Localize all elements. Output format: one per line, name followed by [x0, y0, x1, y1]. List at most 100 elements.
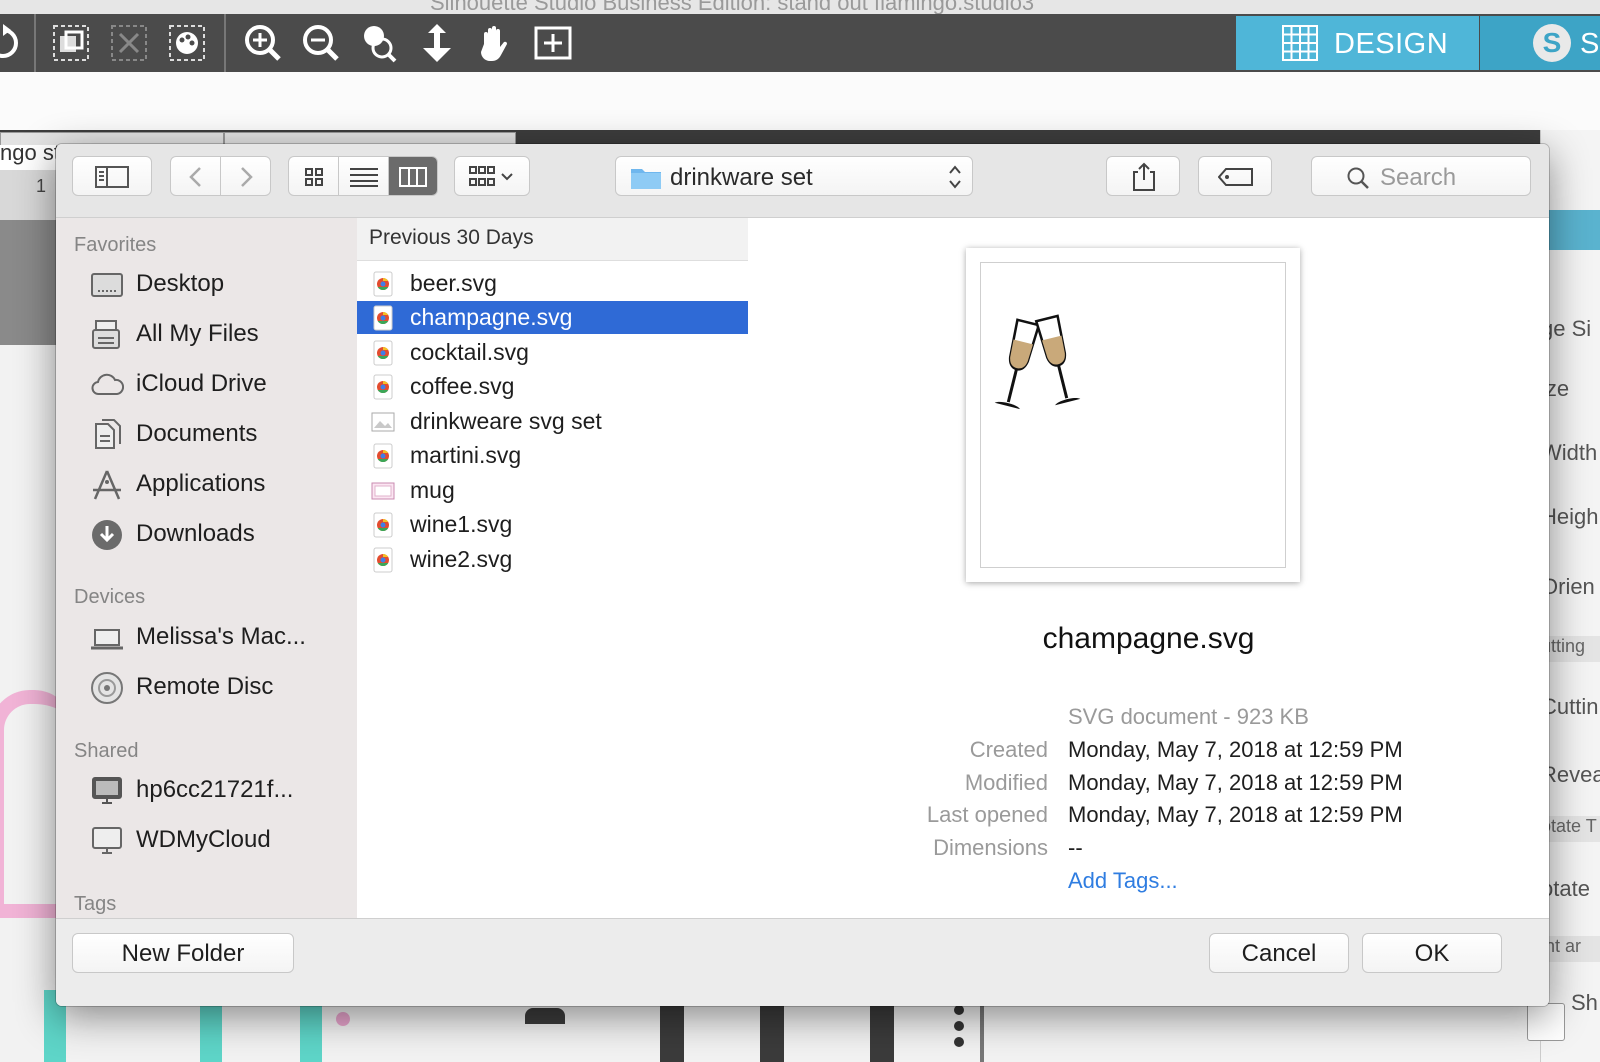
tag-icon [1218, 168, 1253, 186]
file-row[interactable]: cocktail.svg [357, 336, 748, 369]
file-name: beer.svg [410, 270, 497, 296]
preview-thumbnail [966, 248, 1300, 582]
canvas-letter-shape [200, 1000, 222, 1062]
file-preview-pane: champagne.svg SVG document - 923 KB Crea… [748, 218, 1549, 918]
panel-cutting-mat-label: Cuttin [1541, 694, 1599, 719]
file-row-selected[interactable]: champagne.svg [357, 301, 748, 334]
search-icon [1347, 167, 1369, 189]
panel-reveal-label: Revea [1541, 762, 1600, 787]
zoom-out-icon[interactable] [300, 22, 342, 64]
ok-button[interactable]: OK [1362, 933, 1502, 973]
file-row[interactable]: beer.svg [357, 267, 748, 300]
file-row[interactable]: drinkweare svg set [357, 405, 748, 438]
file-row[interactable]: wine2.svg [357, 543, 748, 576]
panel-show-checkbox[interactable] [1527, 1003, 1565, 1041]
search-field[interactable]: Search [1311, 156, 1531, 196]
sidebar-item-mac[interactable]: Melissa's Mac... [74, 619, 349, 659]
preview-file-name: champagne.svg [1042, 622, 1255, 655]
sidebar-item-label: Remote Disc [136, 673, 274, 700]
fill-palette-icon[interactable] [166, 22, 208, 64]
cancel-label: Cancel [1241, 940, 1317, 967]
cloud-icon [91, 373, 124, 395]
forward-chevron-icon[interactable] [237, 166, 255, 188]
move-down-icon[interactable] [416, 22, 458, 64]
arrange-button[interactable] [454, 156, 530, 196]
dialog-sidebar: Favorites Desktop All My Files iCloud Dr… [56, 218, 358, 918]
sidebar-item-desktop[interactable]: Desktop [74, 266, 349, 306]
sidebar-heading-devices: Devices [74, 586, 146, 608]
ruler-number: 1 [36, 176, 47, 196]
applications-icon [93, 470, 121, 500]
tab-design[interactable]: DESIGN [1236, 16, 1479, 70]
tags-button[interactable] [1198, 156, 1272, 196]
svg-file-icon [373, 271, 393, 297]
file-row[interactable]: martini.svg [357, 439, 748, 472]
file-row[interactable]: mug [357, 474, 748, 507]
panel-orientation-label: Orien [1541, 574, 1595, 599]
open-file-dialog: drinkware set Search Favorites Desktop A… [56, 144, 1549, 1006]
svg-file-icon [373, 547, 393, 573]
sidebar-item-remote-disc[interactable]: Remote Disc [74, 669, 349, 709]
panel-height-label: Heigh [1541, 504, 1599, 529]
view-mode-control [288, 156, 438, 196]
fit-page-icon[interactable] [532, 22, 574, 64]
svg-file-icon [373, 443, 393, 469]
file-row[interactable]: coffee.svg [357, 370, 748, 403]
redo-icon[interactable] [0, 22, 24, 64]
share-button[interactable] [1106, 156, 1180, 196]
zoom-selection-icon[interactable] [358, 22, 400, 64]
column-view-icon[interactable] [399, 167, 427, 187]
svg-file-icon [373, 340, 393, 366]
svg-file-icon [373, 305, 393, 331]
svg-file-icon [373, 374, 393, 400]
file-browser-column: Previous 30 Days beer.svg champagne.svg … [357, 218, 749, 918]
date-group-header: Previous 30 Days [357, 218, 748, 261]
preview-kind-size: SVG document - 923 KB [1068, 704, 1309, 729]
sidebar-item-icloud-drive[interactable]: iCloud Drive [74, 366, 349, 406]
downloads-icon [92, 520, 122, 550]
app-tool-options-bar [0, 72, 1600, 130]
back-chevron-icon[interactable] [187, 166, 205, 188]
new-folder-button[interactable]: New Folder [72, 933, 294, 973]
sidebar-item-label: Desktop [136, 270, 225, 297]
zoom-in-icon[interactable] [242, 22, 284, 64]
pan-hand-icon[interactable] [474, 22, 516, 64]
preview-last-opened-value: Monday, May 7, 2018 at 12:59 PM [1068, 802, 1403, 827]
app-title-bar: Silhouette Studio Business Edition: stan… [0, 0, 1600, 15]
monitor-icon [92, 777, 122, 804]
toggle-sidebar-button[interactable] [72, 156, 152, 196]
canvas-margin [0, 220, 60, 345]
ok-label: OK [1414, 940, 1450, 967]
icon-view-icon[interactable] [304, 167, 324, 187]
file-name: champagne.svg [410, 304, 573, 330]
file-name: drinkweare svg set [410, 408, 602, 434]
tab-store[interactable]: S S [1480, 16, 1600, 70]
group-icon[interactable] [50, 22, 92, 64]
file-name: mug [410, 477, 455, 503]
file-row[interactable]: wine1.svg [357, 508, 748, 541]
tab-store-label: S [1580, 28, 1600, 60]
sidebar-item-all-my-files[interactable]: All My Files [74, 316, 349, 356]
sidebar-item-documents[interactable]: Documents [74, 416, 349, 456]
champagne-glasses-image [994, 314, 1081, 410]
add-tags-link[interactable]: Add Tags... [1068, 868, 1178, 894]
document-tab-label: ngo st [0, 140, 60, 165]
list-view-icon[interactable] [350, 167, 378, 187]
chevron-updown-icon [949, 165, 961, 189]
cancel-button[interactable]: Cancel [1209, 933, 1349, 973]
toolbar-separator [224, 14, 226, 72]
ungroup-icon[interactable] [108, 22, 150, 64]
sidebar-item-wdmycloud[interactable]: WDMyCloud [74, 822, 349, 862]
toolbar-separator [34, 14, 36, 72]
location-popup[interactable]: drinkware set [615, 156, 973, 196]
ruler: 1 [0, 170, 60, 221]
sidebar-item-downloads[interactable]: Downloads [74, 516, 349, 556]
panel-print-cut-section: int ar [1541, 936, 1600, 962]
search-placeholder: Search [1380, 164, 1457, 191]
canvas-dots-shape [954, 1005, 964, 1055]
file-name: coffee.svg [410, 373, 515, 399]
sidebar-item-hp-printer[interactable]: hp6cc21721f... [74, 772, 349, 812]
sidebar-item-applications[interactable]: Applications [74, 466, 349, 506]
new-folder-label: New Folder [121, 940, 245, 967]
sidebar-heading-tags: Tags [74, 893, 117, 915]
